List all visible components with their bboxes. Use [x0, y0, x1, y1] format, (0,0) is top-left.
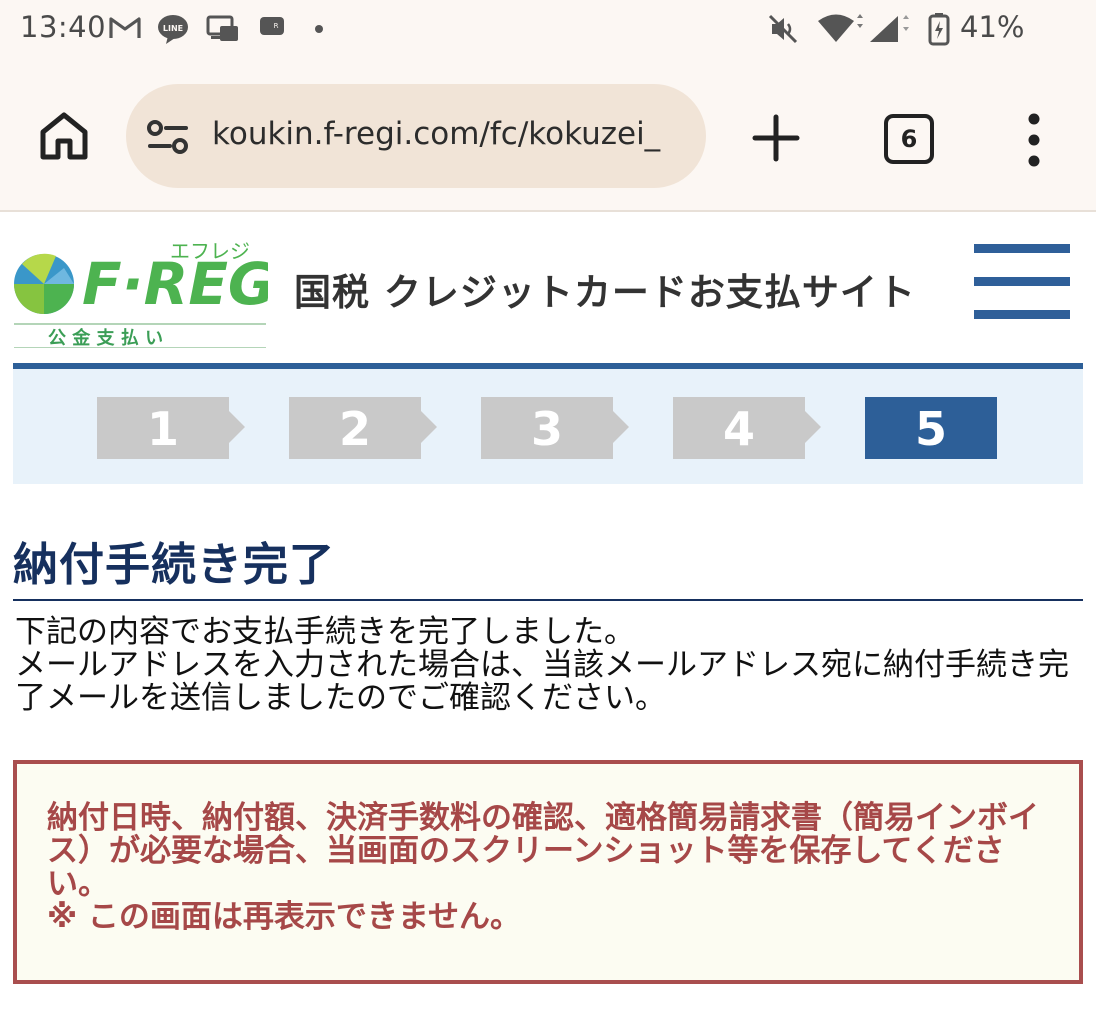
new-tab-button[interactable] — [752, 114, 800, 162]
url-text[interactable]: koukin.f-regi.com/fc/kokuzei_ — [212, 116, 692, 152]
dot-icon — [315, 25, 323, 33]
logo-emblem-icon — [14, 253, 74, 314]
notice-box: 納付日時、納付額、決済手数料の確認、適格簡易請求書（簡易インボイス）が必要な場合… — [13, 760, 1083, 984]
cast-icon — [206, 15, 238, 41]
status-time: 13:40 — [20, 10, 107, 44]
step-arrow-icon — [805, 411, 821, 443]
notice-line-2: ※ この画面は再表示できません。 — [47, 899, 521, 935]
hamburger-menu-icon[interactable] — [974, 244, 1070, 320]
fregi-logo[interactable]: F·REGI エフレジ 公 金 支 払 い — [12, 228, 268, 348]
step-4: 4 — [673, 397, 805, 459]
site-header: F·REGI エフレジ 公 金 支 払 い 国税 クレジットカードお支払サイト — [0, 212, 1096, 364]
more-options-icon[interactable] — [1014, 112, 1054, 168]
status-bar: 13:40 LINE R 41% — [0, 0, 1096, 62]
line-icon: LINE — [158, 15, 188, 44]
rakuten-icon: R — [260, 17, 284, 35]
completion-message: 下記の内容でお支払手続きを完了しました。 メールアドレスを入力された場合は、当該… — [15, 616, 1081, 715]
step-arrow-icon — [421, 411, 437, 443]
step-arrow-icon — [229, 411, 245, 443]
step-3: 3 — [481, 397, 613, 459]
signal-icon — [870, 15, 909, 42]
browser-toolbar: koukin.f-regi.com/fc/kokuzei_ 6 — [0, 62, 1096, 212]
battery-icon — [928, 13, 950, 46]
message-line-1: 下記の内容でお支払手続きを完了しました。 — [15, 614, 635, 650]
site-title: 国税 クレジットカードお支払サイト — [294, 271, 916, 314]
message-line-2: メールアドレスを入力された場合は、当該メールアドレス宛に納付手続き完了メールを送… — [15, 647, 1069, 716]
wifi-icon — [818, 14, 863, 42]
notice-line-1: 納付日時、納付額、決済手数料の確認、適格簡易請求書（簡易インボイス）が必要な場合… — [47, 800, 1039, 902]
step-1: 1 — [97, 397, 229, 459]
address-bar[interactable]: koukin.f-regi.com/fc/kokuzei_ — [126, 84, 706, 188]
gmail-icon — [109, 17, 141, 38]
step-2: 2 — [289, 397, 421, 459]
site-info-icon[interactable] — [146, 120, 190, 156]
logo-sub: 公 金 支 払 い — [48, 327, 163, 348]
tab-switcher-button[interactable]: 6 — [884, 114, 934, 164]
battery-percentage: 41% — [960, 10, 1025, 44]
step-arrow-icon — [613, 411, 629, 443]
svg-text:LINE: LINE — [163, 24, 183, 33]
home-button[interactable] — [38, 110, 90, 162]
mute-icon — [768, 14, 798, 44]
page-title: 納付手続き完了 — [13, 528, 1083, 601]
svg-text:R: R — [274, 22, 279, 30]
logo-kana: エフレジ — [170, 239, 250, 263]
progress-steps: 12345 — [13, 363, 1083, 484]
step-5: 5 — [865, 397, 997, 459]
